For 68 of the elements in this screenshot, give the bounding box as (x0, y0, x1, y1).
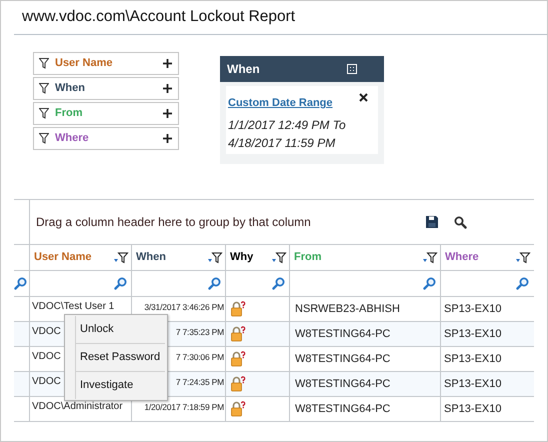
add-icon[interactable] (163, 59, 172, 68)
menu-item[interactable]: Reset Password (75, 344, 165, 371)
filter-item[interactable]: When (33, 77, 179, 100)
table-cell: VDOC (32, 326, 61, 338)
table-cell-text: SP13-EX10 (444, 302, 502, 317)
sort-filter-icon[interactable] (113, 252, 129, 264)
filter-item[interactable]: Where (33, 127, 179, 150)
table-cell: VDOC (32, 376, 61, 388)
sort-filter-icon[interactable] (207, 252, 223, 264)
column-header[interactable]: Why (226, 245, 290, 270)
table-cell: 7 7:24:35 PM (176, 377, 224, 388)
column-title: When (136, 250, 166, 266)
table-cell-text: NSRWEB23-ABHISH (295, 302, 400, 317)
table-cell-text: SP13-EX10 (444, 402, 502, 417)
column-title: From (294, 250, 322, 266)
table-cell: VDOC (32, 351, 61, 363)
search-icon[interactable] (454, 216, 467, 228)
lock-question-icon (230, 401, 246, 417)
column-title: Why (230, 250, 254, 266)
close-icon[interactable] (359, 93, 368, 102)
table-cell: 7 7:30:06 PM (176, 352, 224, 363)
filter-icon (39, 133, 49, 144)
table-cell-text: W8TESTING64-PC (295, 326, 390, 342)
lock-question-icon (230, 326, 246, 342)
lock-question-icon (230, 376, 246, 392)
filter-icon (39, 108, 49, 119)
save-icon[interactable] (426, 216, 438, 228)
table-cell-text: SP13-EX10 (444, 376, 502, 392)
filter-label: Where (55, 131, 90, 146)
calendar-icon[interactable] (347, 64, 357, 74)
filter-label: When (55, 81, 86, 96)
filter-label: From (55, 106, 84, 122)
filter-item[interactable]: From (33, 102, 179, 125)
table-cell: 3/31/2017 3:46:26 PM (144, 302, 224, 313)
filter-icon (39, 58, 49, 69)
panel-title: When (227, 61, 260, 78)
column-header[interactable]: Where (441, 245, 533, 270)
table-cell-text: SP13-EX10 (444, 326, 502, 342)
table-cell-text: W8TESTING64-PC (295, 352, 390, 367)
add-icon[interactable] (163, 134, 172, 143)
lock-question-icon (230, 301, 246, 317)
lock-question-icon (230, 351, 246, 367)
table-cell: 7 7:35:23 PM (176, 327, 224, 338)
add-icon[interactable] (163, 109, 172, 118)
date-range-text: 1/1/2017 12:49 PM To 4/18/2017 11:59 PM (228, 117, 347, 152)
table-cell: VDOC\Administrator (32, 401, 123, 413)
table-cell: VDOC\Test User 1 (32, 301, 114, 313)
column-header[interactable]: User Name (30, 245, 132, 270)
group-hint: Drag a column header here to group by that column (36, 214, 312, 231)
sort-filter-icon[interactable] (515, 252, 531, 264)
column-title: User Name (34, 250, 92, 266)
table-cell-text: W8TESTING64-PC (295, 376, 390, 392)
add-icon[interactable] (163, 84, 172, 93)
table-cell: 1/20/2017 7:18:59 PM (144, 402, 224, 413)
table-cell-text: W8TESTING64-PC (295, 402, 390, 417)
column-title: Where (445, 250, 479, 266)
column-header[interactable]: From (290, 245, 441, 270)
table-cell-text: SP13-EX10 (444, 352, 502, 367)
report-title: www.vdoc.com\Account Lockout Report (22, 6, 296, 27)
filter-icon (39, 83, 49, 94)
menu-item[interactable]: Unlock (75, 316, 165, 343)
filter-label: User Name (55, 56, 114, 72)
sort-filter-icon[interactable] (422, 252, 438, 264)
menu-item[interactable]: Investigate (75, 372, 165, 399)
custom-date-range-link[interactable]: Custom Date Range (228, 97, 333, 109)
sort-filter-icon[interactable] (271, 252, 287, 264)
column-header[interactable]: When (132, 245, 226, 270)
filter-item[interactable]: User Name (33, 52, 179, 75)
